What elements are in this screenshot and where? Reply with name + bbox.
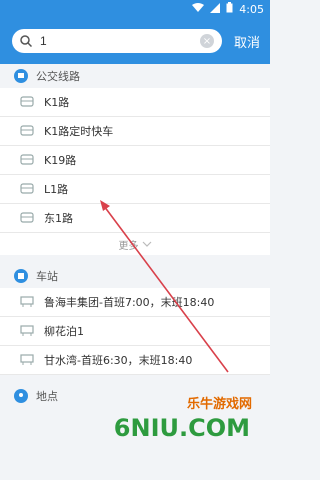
signal-icon bbox=[210, 2, 221, 16]
bus-icon bbox=[20, 154, 34, 165]
list-item[interactable]: 甘水湾-首班6:30，末班18:40 bbox=[0, 346, 270, 375]
bus-section-icon bbox=[14, 69, 28, 83]
bus-icon bbox=[20, 125, 34, 136]
more-label: 更多 bbox=[118, 240, 139, 252]
search-box[interactable]: × bbox=[12, 29, 222, 53]
bus-icon bbox=[20, 183, 34, 194]
section-header: 公交线路 bbox=[0, 64, 270, 88]
list-item[interactable]: L1路 bbox=[0, 175, 270, 204]
watermark-domain: 6NIU.COM bbox=[113, 414, 250, 442]
clear-icon[interactable]: × bbox=[200, 34, 214, 48]
watermark-logo: 乐牛游戏网 6NIU.COM bbox=[114, 380, 262, 460]
stations-section: 车站 鲁海丰集团-首班7:00，末班18:40 柳花泊1 甘水湾-首班6:30，… bbox=[0, 264, 270, 375]
battery-icon bbox=[226, 2, 233, 16]
list-item[interactable]: 柳花泊1 bbox=[0, 317, 270, 346]
station-name: 鲁海丰集团-首班7:00，末班18:40 bbox=[44, 296, 215, 309]
station-name: 甘水湾-首班6:30，末班18:40 bbox=[44, 354, 193, 367]
station-list: 鲁海丰集团-首班7:00，末班18:40 柳花泊1 甘水湾-首班6:30，末班1… bbox=[0, 288, 270, 375]
bus-icon bbox=[20, 96, 34, 107]
bus-line-name: K1路定时快车 bbox=[44, 125, 114, 138]
bus-line-name: K1路 bbox=[44, 96, 70, 109]
bus-icon bbox=[20, 212, 34, 223]
search-icon bbox=[20, 32, 33, 51]
wifi-icon bbox=[192, 2, 205, 16]
top-bar: 4:05 × 取消 bbox=[0, 0, 270, 64]
cancel-button[interactable]: 取消 bbox=[232, 32, 262, 51]
list-item[interactable]: K1路定时快车 bbox=[0, 117, 270, 146]
section-title: 地点 bbox=[36, 390, 58, 403]
location-pin-icon bbox=[14, 389, 28, 403]
search-input[interactable] bbox=[38, 33, 200, 49]
section-title: 公交线路 bbox=[36, 70, 80, 83]
station-section-icon bbox=[14, 269, 28, 283]
more-button[interactable]: 更多 bbox=[0, 233, 270, 255]
list-item[interactable]: K19路 bbox=[0, 146, 270, 175]
station-name: 柳花泊1 bbox=[44, 325, 84, 338]
bus-line-name: 东1路 bbox=[44, 212, 73, 225]
status-bar: 4:05 bbox=[0, 0, 270, 18]
list-item[interactable]: K1路 bbox=[0, 88, 270, 117]
bus-lines-section: 公交线路 K1路 K1路定时快车 K19路 L1路 东1路 更多 bbox=[0, 64, 270, 255]
watermark-text: 乐牛游戏网 bbox=[186, 397, 252, 412]
bus-stop-icon bbox=[20, 325, 34, 336]
list-item[interactable]: 东1路 bbox=[0, 204, 270, 233]
bus-stop-icon bbox=[20, 296, 34, 307]
bus-line-name: L1路 bbox=[44, 183, 69, 196]
bus-stop-icon bbox=[20, 354, 34, 365]
section-title: 车站 bbox=[36, 270, 58, 283]
bus-line-list: K1路 K1路定时快车 K19路 L1路 东1路 更多 bbox=[0, 88, 270, 255]
list-item[interactable]: 鲁海丰集团-首班7:00，末班18:40 bbox=[0, 288, 270, 317]
chevron-down-icon bbox=[142, 241, 151, 247]
bus-line-name: K19路 bbox=[44, 154, 77, 167]
status-time: 4:05 bbox=[239, 2, 264, 16]
section-header: 车站 bbox=[0, 264, 270, 288]
